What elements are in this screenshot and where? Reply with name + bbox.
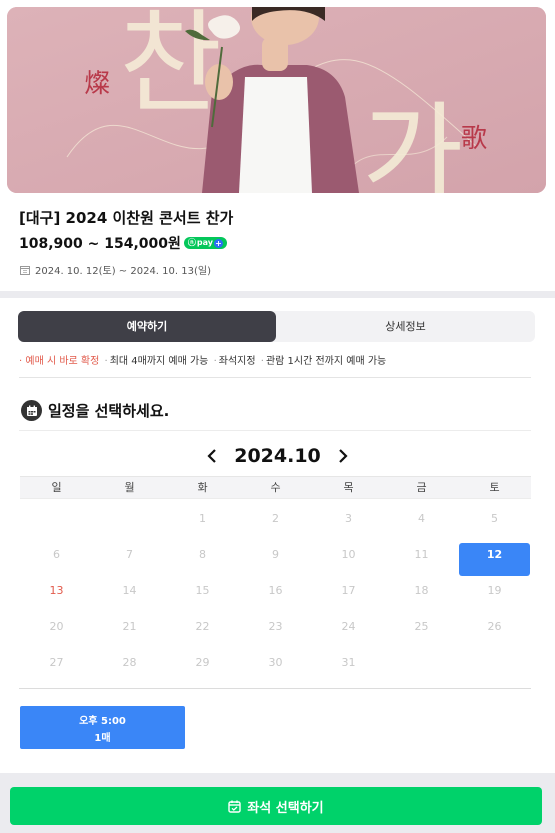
calendar-day: 8 — [199, 548, 206, 561]
event-poster-banner: 찬 가 燦 歌 — [7, 7, 546, 193]
chevron-right-icon — [338, 449, 348, 463]
calendar-day: 6 — [53, 548, 60, 561]
weekday-label: 목 — [343, 481, 354, 494]
price-row: 108,900 ~ 154,000원 ⓝ pay + — [19, 233, 227, 253]
notice-item: 최대 4매까지 예매 가능 — [109, 356, 209, 367]
calendar-day: 16 — [268, 584, 283, 597]
calendar-empty-cell — [458, 645, 531, 681]
calendar-day: 10 — [341, 548, 356, 561]
select-seat-button[interactable]: 좌석 선택하기 — [10, 787, 542, 825]
schedule-heading: 일정을 선택하세요. — [48, 402, 170, 420]
calendar-day: 7 — [126, 548, 133, 561]
calendar-day: 25 — [414, 620, 429, 633]
calendar-empty-cell — [385, 645, 458, 681]
divider — [19, 377, 531, 378]
event-period: 2024. 10. 12(토) ~ 2024. 10. 13(일) — [35, 266, 211, 277]
calendar-week-row: 13 14 15 16 17 18 19 — [20, 573, 531, 609]
weekday-label: 일 — [51, 481, 62, 494]
calendar-day-selected[interactable]: 12 — [458, 537, 531, 576]
calendar-empty-cell — [20, 501, 93, 537]
calendar-day: 19 — [487, 584, 502, 597]
calendar-day: 23 — [268, 620, 283, 633]
month-navigation: 2024.10 — [0, 443, 555, 469]
weekday-label: 화 — [197, 481, 208, 494]
calendar-day: 20 — [49, 620, 64, 633]
calendar-day: 3 — [345, 512, 352, 525]
select-seat-label: 좌석 선택하기 — [247, 800, 324, 816]
tab-bar: 예약하기 상세정보 — [18, 311, 535, 342]
time-slot-remaining: 1매 — [94, 732, 111, 744]
weekday-label: 월 — [124, 481, 135, 494]
calendar-day[interactable]: 13 — [20, 573, 93, 609]
event-title: [대구] 2024 이찬원 콘서트 찬가 — [19, 209, 234, 227]
weekday-label: 토 — [489, 481, 500, 494]
plus-icon: + — [213, 238, 223, 248]
weekday-label: 수 — [270, 481, 281, 494]
calendar-day: 28 — [122, 656, 137, 669]
calendar-day: 1 — [199, 512, 206, 525]
calendar-grid: 1 2 3 4 5 6 7 8 9 10 11 12 13 14 15 16 17 18 19 20 21 22 23 24 2… — [20, 501, 531, 681]
calendar-day: 30 — [268, 656, 283, 669]
npay-badge: ⓝ pay + — [183, 237, 227, 249]
notice-bullet: · — [213, 356, 217, 367]
notice-instant-confirm: 예매 시 바로 확정 — [25, 356, 100, 367]
section-divider — [0, 291, 555, 298]
price-range: 108,900 ~ 154,000원 — [19, 236, 181, 252]
weekday-label: 금 — [416, 481, 427, 494]
notice-bullet: · — [104, 356, 108, 367]
banner-hanja-left: 燦 — [84, 69, 110, 99]
divider — [19, 430, 531, 431]
banner-hangul-chan: 찬 — [119, 7, 222, 129]
calendar-day: 2 — [272, 512, 279, 525]
notice-bullet: · — [19, 356, 23, 367]
calendar-day-label: 12 — [459, 543, 530, 576]
calendar-day: 21 — [122, 620, 137, 633]
event-period-row: 2024. 10. 12(토) ~ 2024. 10. 13(일) — [20, 262, 211, 277]
calendar-day: 29 — [195, 656, 210, 669]
calendar-day: 26 — [487, 620, 502, 633]
time-slot-button[interactable]: 오후 5:00 1매 — [20, 706, 185, 749]
tab-booking[interactable]: 예약하기 — [18, 311, 276, 342]
calendar-day: 22 — [195, 620, 210, 633]
divider — [19, 688, 531, 689]
calendar-day: 24 — [341, 620, 356, 633]
booking-notice: · 예매 시 바로 확정 · 최대 4매까지 예매 가능 · 좌석지정 · 관람 1시… — [19, 352, 386, 367]
month-label: 2024.10 — [234, 445, 321, 467]
time-slot-time: 오후 5:00 — [79, 715, 126, 727]
calendar-week-row: 1 2 3 4 5 — [20, 501, 531, 537]
chevron-left-icon — [207, 449, 216, 463]
calendar-day: 27 — [49, 656, 64, 669]
calendar-check-icon — [228, 800, 242, 813]
calendar-day: 4 — [418, 512, 425, 525]
npay-label: pay — [196, 238, 213, 247]
next-month-button[interactable] — [335, 446, 351, 466]
notice-item: 좌석지정 — [218, 356, 256, 367]
calendar-empty-cell — [93, 501, 166, 537]
calendar-week-row: 20 21 22 23 24 25 26 — [20, 609, 531, 645]
calendar-day: 11 — [414, 548, 429, 561]
calendar-week-row: 6 7 8 9 10 11 12 — [20, 537, 531, 576]
prev-month-button[interactable] — [204, 446, 220, 466]
calendar-day: 9 — [272, 548, 279, 561]
calendar-icon — [20, 265, 30, 275]
banner-hanja-right: 歌 — [461, 124, 487, 154]
notice-bullet: · — [260, 356, 264, 367]
calendar-day: 5 — [491, 512, 498, 525]
calendar-day: 14 — [122, 584, 137, 597]
weekday-header: 일 월 화 수 목 금 토 — [20, 476, 531, 499]
notice-item: 관람 1시간 전까지 예매 가능 — [265, 356, 387, 367]
calendar-day: 17 — [341, 584, 356, 597]
npay-n-icon: ⓝ — [187, 238, 196, 247]
calendar-icon — [21, 400, 42, 421]
calendar-day: 18 — [414, 584, 429, 597]
banner-hangul-ga: 가 — [362, 91, 463, 193]
tab-details[interactable]: 상세정보 — [276, 311, 535, 342]
calendar-day: 15 — [195, 584, 210, 597]
calendar-day: 31 — [341, 656, 356, 669]
calendar-week-row: 27 28 29 30 31 — [20, 645, 531, 681]
schedule-heading-row: 일정을 선택하세요. — [21, 400, 169, 421]
